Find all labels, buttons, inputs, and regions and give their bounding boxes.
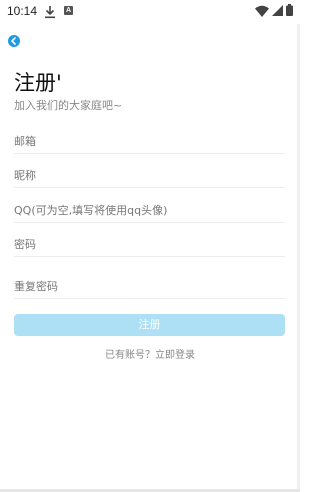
confirm-password-placeholder: 重复密码: [14, 280, 58, 293]
qq-placeholder: QQ(可为空,填写将使用qq头像): [14, 204, 168, 217]
right-edge-divider: [297, 24, 300, 492]
nickname-placeholder: 昵称: [14, 169, 36, 182]
battery-icon: [286, 4, 293, 16]
email-input[interactable]: 邮箱: [14, 133, 285, 154]
qq-input[interactable]: QQ(可为空,填写将使用qq头像): [14, 202, 285, 223]
status-time: 10:14: [7, 4, 38, 18]
nickname-input[interactable]: 昵称: [14, 167, 285, 188]
signal-icon: [272, 5, 283, 16]
page-subtitle: 加入我们的大家庭吧~: [14, 99, 123, 112]
email-placeholder: 邮箱: [14, 135, 36, 148]
login-link[interactable]: 已有账号？立即登录: [0, 349, 300, 362]
wifi-icon: [255, 5, 269, 17]
a-icon: A: [64, 6, 73, 15]
download-icon: [45, 6, 55, 19]
page-title: 注册': [14, 71, 62, 95]
back-button[interactable]: [8, 35, 20, 47]
confirm-password-input[interactable]: 重复密码: [14, 278, 285, 299]
register-button[interactable]: 注册: [14, 314, 285, 336]
status-bar: 10:14 A: [0, 0, 300, 24]
chevron-left-icon: [11, 37, 16, 45]
password-input[interactable]: 密码: [14, 236, 285, 257]
password-placeholder: 密码: [14, 238, 36, 251]
